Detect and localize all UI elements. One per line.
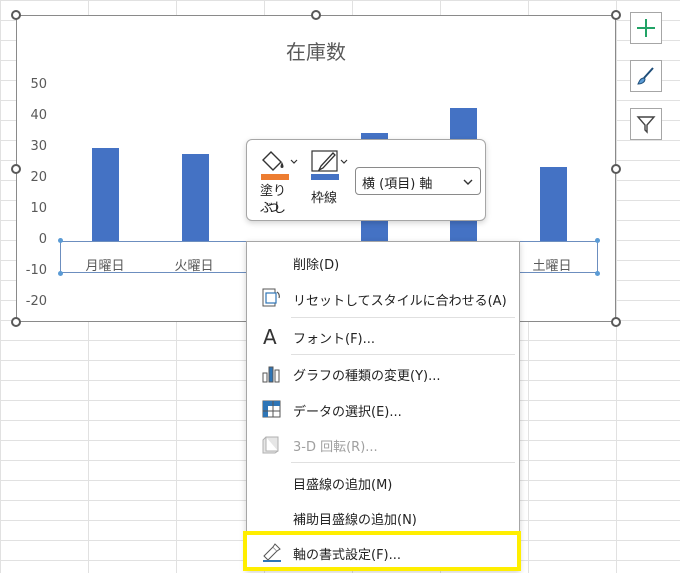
chart-resize-handle[interactable]	[611, 317, 621, 327]
chart-resize-handle[interactable]	[611, 10, 621, 20]
x-axis-label: 土曜日	[532, 259, 572, 274]
y-tick-label: 10	[30, 201, 47, 216]
menu-item-label: 目盛線の追加(M)	[293, 478, 393, 493]
y-tick-label: 30	[30, 139, 47, 154]
x-axis-label: 火曜日	[174, 259, 214, 274]
menu-item-label: データの選択(E)...	[293, 405, 402, 420]
y-tick-label: 40	[30, 108, 47, 123]
bar-2[interactable]	[182, 154, 209, 241]
chart-title[interactable]: 在庫数	[17, 36, 615, 65]
menu-item-label: 削除(D)	[293, 258, 340, 273]
chevron-down-icon	[463, 179, 473, 185]
bar-6[interactable]	[540, 166, 567, 241]
menu-item-reset-style[interactable]: リセットしてスタイルに合わせる(A)	[247, 282, 519, 314]
plus-icon	[637, 19, 655, 37]
pen-icon	[311, 150, 348, 180]
axis-selection-handle[interactable]	[58, 238, 63, 243]
reset-style-icon	[262, 288, 280, 307]
select-data-icon	[262, 400, 281, 418]
font-icon: A	[263, 326, 277, 346]
chart-resize-handle[interactable]	[11, 164, 21, 174]
highlight-box	[243, 531, 521, 571]
chart-filters-button[interactable]	[630, 108, 662, 140]
menu-item-label: 3-D 回転(R)...	[293, 440, 378, 455]
y-tick-label: 20	[30, 170, 47, 185]
axis-selection-handle[interactable]	[58, 271, 63, 276]
chart-element-select[interactable]: 横 (項目) 軸	[355, 167, 481, 195]
menu-item-delete[interactable]: 削除(D)	[247, 246, 519, 278]
menu-item-change-chart-type[interactable]: グラフの種類の変更(Y)...	[247, 357, 519, 389]
chart-resize-handle[interactable]	[311, 10, 321, 20]
brush-icon	[637, 67, 654, 85]
menu-item-label: リセットしてスタイルに合わせる(A)	[293, 294, 507, 309]
context-menu: 削除(D) リセットしてスタイルに合わせる(A) A フォント(F)... グラ…	[246, 241, 520, 571]
filter-icon	[636, 116, 656, 134]
svg-text:A: A	[263, 326, 277, 346]
menu-item-font[interactable]: A フォント(F)...	[247, 320, 519, 352]
outline-button[interactable]: 枠線	[305, 146, 349, 218]
axis-selection-handle[interactable]	[595, 238, 600, 243]
menu-item-add-minor-gridlines[interactable]: 補助目盛線の追加(N)	[247, 501, 519, 533]
y-tick-label: 50	[30, 77, 47, 92]
y-tick-label: -20	[25, 294, 47, 309]
chart-element-select-value: 横 (項目) 軸	[362, 177, 433, 192]
chart-resize-handle[interactable]	[11, 10, 21, 20]
fill-button[interactable]: 塗りつ ぶし	[255, 146, 299, 218]
fill-label: ぶし	[259, 201, 286, 216]
3d-rotation-icon	[262, 436, 279, 454]
menu-item-add-gridlines[interactable]: 目盛線の追加(M)	[247, 466, 519, 498]
y-tick-label: 0	[38, 232, 47, 247]
y-tick-label: -10	[25, 263, 47, 278]
chart-elements-button[interactable]	[630, 12, 662, 44]
chart-resize-handle[interactable]	[11, 317, 21, 327]
mini-toolbar: 塗りつ ぶし 枠線 横 (項目) 軸	[246, 139, 486, 221]
axis-selection-handle[interactable]	[595, 271, 600, 276]
menu-item-label: グラフの種類の変更(Y)...	[293, 369, 441, 384]
menu-separator	[291, 354, 515, 355]
chart-styles-button[interactable]	[630, 60, 662, 92]
bar-1[interactable]	[92, 148, 119, 241]
chart-type-icon	[262, 366, 280, 383]
menu-separator	[291, 317, 515, 318]
menu-item-label: フォント(F)...	[293, 332, 376, 347]
outline-label: 枠線	[310, 191, 337, 206]
menu-separator	[291, 462, 515, 463]
x-axis-label: 月曜日	[85, 259, 125, 274]
paint-bucket-icon	[261, 151, 298, 180]
chart-resize-handle[interactable]	[611, 164, 621, 174]
menu-item-3d-rotation[interactable]: 3-D 回転(R)...	[247, 428, 519, 460]
menu-item-label: 補助目盛線の追加(N)	[293, 513, 417, 528]
menu-item-select-data[interactable]: データの選択(E)...	[247, 393, 519, 425]
